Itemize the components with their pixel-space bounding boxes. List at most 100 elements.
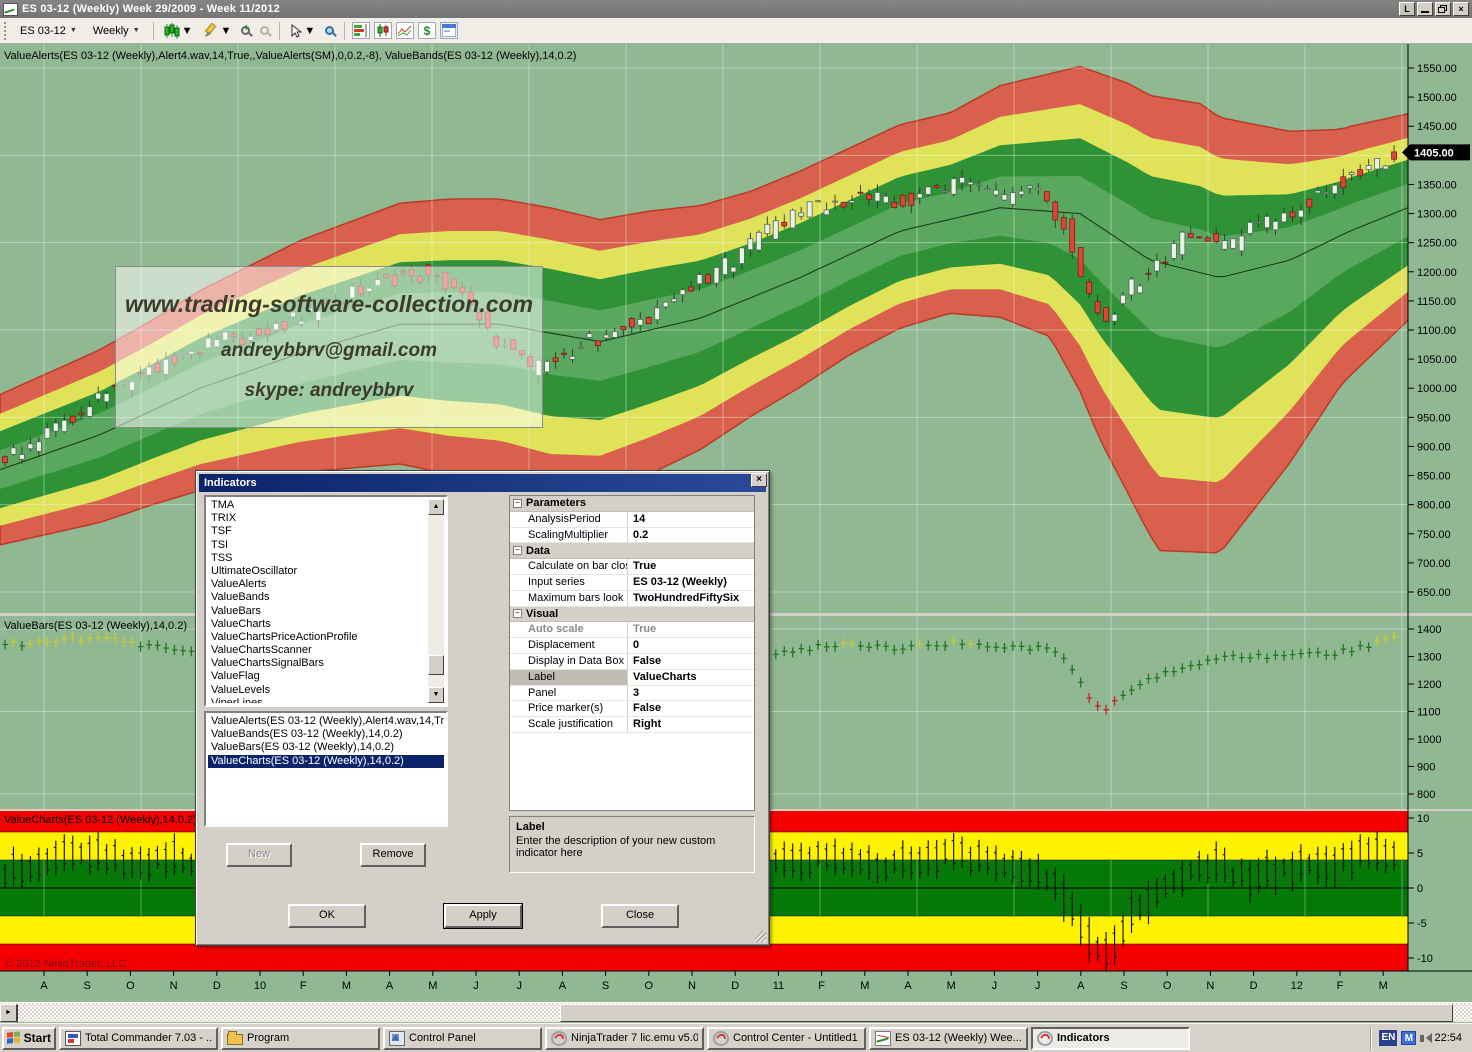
- list-item[interactable]: ValueBands: [208, 591, 428, 604]
- scroll-down-button[interactable]: ▼: [428, 687, 444, 703]
- minimize-icon: [1421, 11, 1429, 13]
- cursor-tool-button[interactable]: ▼: [287, 22, 318, 40]
- new-button[interactable]: New: [226, 843, 292, 867]
- scroll-right-button[interactable]: ►: [0, 1004, 17, 1022]
- window-title: ES 03-12 (Weekly) Week 29/2009 - Week 11…: [22, 3, 280, 15]
- panel-properties-button[interactable]: [440, 22, 458, 39]
- list-item[interactable]: ValueChartsSignalBars: [208, 657, 428, 670]
- property-row[interactable]: AnalysisPeriod14: [510, 512, 754, 528]
- line-chart-button[interactable]: [396, 22, 414, 39]
- collapse-icon[interactable]: −: [513, 546, 522, 555]
- svg-text:D: D: [213, 980, 221, 992]
- svg-text:M: M: [342, 980, 351, 992]
- start-button[interactable]: Start: [2, 1027, 56, 1050]
- property-row[interactable]: ScalingMultiplier0.2: [510, 528, 754, 544]
- configured-indicator-item[interactable]: ValueBands(ES 03-12 (Weekly),14,0.2): [208, 728, 444, 741]
- scrollbar-thumb[interactable]: [560, 1004, 1453, 1022]
- taskbar-button-label: Control Center - Untitled1: [733, 1032, 858, 1044]
- period-selector[interactable]: Weekly ▼: [87, 22, 146, 40]
- property-row[interactable]: Calculate on bar closeTrue: [510, 559, 754, 575]
- apply-button[interactable]: Apply: [444, 904, 522, 928]
- windows-logo-icon: [7, 1031, 21, 1045]
- list-item[interactable]: ValueLevels: [208, 684, 428, 697]
- restore-button[interactable]: [1435, 2, 1451, 16]
- svg-text:1100.00: 1100.00: [1417, 325, 1456, 337]
- taskbar-button[interactable]: Total Commander 7.03 - ...: [59, 1027, 218, 1050]
- taskbar-button[interactable]: Indicators: [1031, 1027, 1190, 1050]
- instrument-selector[interactable]: ES 03-12 ▼: [14, 22, 83, 40]
- scroll-up-button[interactable]: ▲: [428, 499, 444, 515]
- property-group-header[interactable]: −Visual: [510, 607, 754, 623]
- chart-style-button[interactable]: ▼: [161, 21, 196, 41]
- list-item[interactable]: TSI: [208, 539, 428, 552]
- chart-type-button[interactable]: [374, 22, 392, 39]
- remove-button[interactable]: Remove: [360, 843, 426, 867]
- zoom-out-button[interactable]: [257, 24, 272, 37]
- svg-text:900: 900: [1417, 762, 1435, 774]
- svg-text:S: S: [84, 980, 91, 992]
- dialog-resize-grip[interactable]: [754, 930, 766, 942]
- property-row[interactable]: Scale justificationRight: [510, 717, 754, 733]
- list-item[interactable]: TSS: [208, 552, 428, 565]
- minimize-button[interactable]: [1417, 2, 1433, 16]
- property-group-header[interactable]: −Parameters: [510, 496, 754, 512]
- configured-indicator-item[interactable]: ValueAlerts(ES 03-12 (Weekly),Alert4.wav…: [208, 715, 444, 728]
- list-scrollbar[interactable]: ▲ ▼: [428, 499, 444, 703]
- available-indicators-list[interactable]: TMATRIXTSFTSITSSUltimateOscillatorValueA…: [204, 495, 448, 707]
- window-titlebar[interactable]: ES 03-12 (Weekly) Week 29/2009 - Week 11…: [0, 0, 1472, 18]
- market-depth-button[interactable]: [352, 22, 370, 39]
- svg-text:11: 11: [773, 980, 784, 992]
- configured-indicators-list[interactable]: ValueAlerts(ES 03-12 (Weekly),Alert4.wav…: [204, 711, 448, 827]
- indicator-property-grid[interactable]: −ParametersAnalysisPeriod14ScalingMultip…: [509, 495, 755, 811]
- chart-horizontal-scrollbar[interactable]: ◄ ►: [0, 1002, 1472, 1022]
- list-item[interactable]: UltimateOscillator: [208, 565, 428, 578]
- property-row[interactable]: Input seriesES 03-12 (Weekly): [510, 575, 754, 591]
- list-item[interactable]: ValueFlag: [208, 670, 428, 683]
- data-box-button[interactable]: [322, 24, 337, 37]
- configured-indicator-item[interactable]: ValueBars(ES 03-12 (Weekly),14,0.2): [208, 741, 444, 754]
- property-row[interactable]: Maximum bars look backTwoHundredFiftySix: [510, 591, 754, 607]
- property-row[interactable]: Auto scaleTrue: [510, 622, 754, 638]
- property-row[interactable]: Displacement0: [510, 638, 754, 654]
- drawing-tools-button[interactable]: ▼: [200, 21, 235, 41]
- scrollbar-thumb[interactable]: [428, 655, 444, 675]
- property-row[interactable]: Panel3: [510, 686, 754, 702]
- volume-icon[interactable]: [1420, 1035, 1424, 1042]
- close-button[interactable]: ×: [1453, 2, 1469, 16]
- list-item[interactable]: ValueChartsPriceActionProfile: [208, 631, 428, 644]
- collapse-icon[interactable]: −: [513, 499, 522, 508]
- list-item[interactable]: ValueChartsScanner: [208, 644, 428, 657]
- taskbar-button[interactable]: Control Panel: [383, 1027, 542, 1050]
- list-item[interactable]: ValueBars: [208, 605, 428, 618]
- list-item[interactable]: TMA: [208, 499, 428, 512]
- list-item[interactable]: ValueCharts: [208, 618, 428, 631]
- property-row[interactable]: LabelValueCharts: [510, 670, 754, 686]
- list-item[interactable]: ViperLines: [208, 697, 428, 703]
- taskbar-button[interactable]: ES 03-12 (Weekly) Wee...: [869, 1027, 1028, 1050]
- collapse-icon[interactable]: −: [513, 609, 522, 618]
- property-row[interactable]: Display in Data BoxFalse: [510, 654, 754, 670]
- ok-button[interactable]: OK: [288, 904, 366, 928]
- property-group-header[interactable]: −Data: [510, 543, 754, 559]
- list-item[interactable]: ValueAlerts: [208, 578, 428, 591]
- taskbar-button[interactable]: Program: [221, 1027, 380, 1050]
- chevron-down-icon: ▼: [182, 25, 193, 37]
- property-row[interactable]: Price marker(s)False: [510, 701, 754, 717]
- language-indicator[interactable]: EN: [1379, 1030, 1397, 1046]
- svg-text:F: F: [1337, 980, 1344, 992]
- list-item[interactable]: TSF: [208, 525, 428, 538]
- magicdisc-tray-icon[interactable]: M: [1401, 1031, 1416, 1045]
- zoom-in-button[interactable]: [238, 24, 253, 37]
- dialog-close-button[interactable]: ×: [751, 473, 767, 487]
- taskbar-button[interactable]: NinjaTrader 7 lic.emu v5.06: [545, 1027, 704, 1050]
- close-button[interactable]: Close: [601, 904, 679, 928]
- dialog-titlebar[interactable]: Indicators: [199, 474, 766, 492]
- account-data-button[interactable]: $: [418, 22, 436, 39]
- link-button[interactable]: L: [1399, 2, 1415, 16]
- chevron-down-icon: ▼: [221, 25, 232, 37]
- toolbar-grip[interactable]: [4, 22, 8, 40]
- configured-indicator-item[interactable]: ValueCharts(ES 03-12 (Weekly),14,0.2): [208, 755, 444, 768]
- taskbar-button[interactable]: Control Center - Untitled1: [707, 1027, 866, 1050]
- list-item[interactable]: TRIX: [208, 512, 428, 525]
- svg-text:A: A: [386, 980, 394, 992]
